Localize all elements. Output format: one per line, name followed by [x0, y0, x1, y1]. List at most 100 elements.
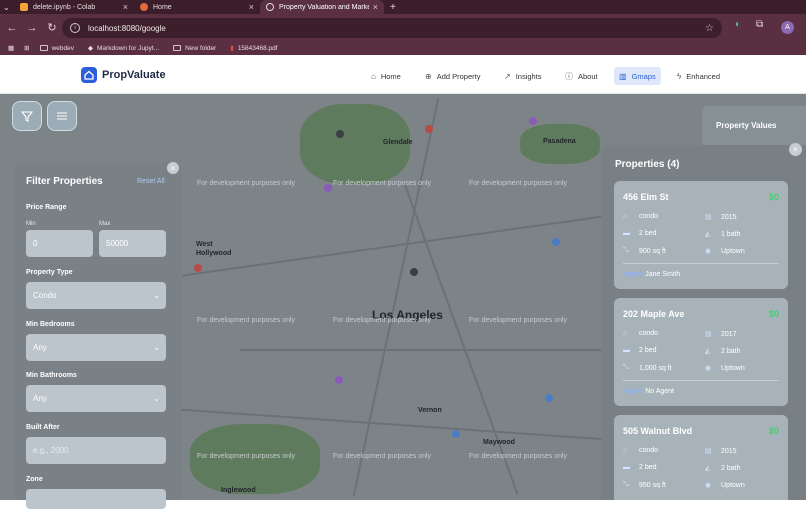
reload-icon[interactable]: ↻: [44, 21, 60, 34]
tab-list-button[interactable]: ⌄: [0, 0, 14, 14]
property-sqft: ⤡ 1,000 sq ft: [623, 364, 672, 372]
price-range-label: Price Range: [26, 204, 67, 211]
zone-select[interactable]: [26, 489, 166, 509]
site-info-icon[interactable]: i: [70, 23, 80, 33]
apps-grid-icon[interactable]: ▦: [8, 44, 14, 52]
built-after-input[interactable]: e.g., 2000: [26, 437, 166, 464]
property-type: ⌂ condo: [623, 330, 658, 337]
property-baths: ◭ 1 bath: [705, 230, 741, 239]
forward-arrow-icon[interactable]: →: [24, 22, 40, 34]
app-navbar: PropValuate ⌂ Home ⊕ Add Property ↗ Insight…: [0, 55, 806, 94]
new-tab-button[interactable]: +: [384, 0, 402, 14]
place-marker-icon[interactable]: [552, 238, 560, 246]
agent-value: No Agent: [645, 388, 675, 395]
close-tab-icon[interactable]: ×: [123, 2, 128, 12]
map-watermark: For development purposes only: [197, 317, 296, 324]
nav-add-property[interactable]: ⊕ Add Property: [420, 67, 485, 85]
min-bathrooms-select[interactable]: Any ⌄: [26, 385, 166, 412]
properties-panel: Properties (4) 456 Elm St $0 ⌂ condo ▤ 201…: [601, 145, 806, 500]
tab-colab[interactable]: delete.ipynb - Colab ×: [14, 0, 134, 14]
home-icon: ⌂: [371, 71, 376, 81]
nav-label: Enhanced: [686, 71, 721, 81]
sqft-value: 950 sq ft: [639, 481, 666, 489]
nav-gmaps[interactable]: ▥ Gmaps: [614, 67, 661, 85]
folder-icon: [39, 45, 48, 51]
bookmark-pdf[interactable]: ▮ 15843468.pdf: [230, 44, 278, 53]
place-marker-icon[interactable]: [452, 430, 460, 438]
divider: [623, 380, 779, 381]
zone-value: Uptown: [721, 364, 745, 372]
beds-value: 2 bed: [639, 347, 657, 354]
property-card[interactable]: 456 Elm St $0 ⌂ condo ▤ 2015 ▬ 2 bed ◭ 1 bat…: [614, 181, 788, 289]
map-watermark: For development purposes only: [469, 317, 568, 324]
back-arrow-icon[interactable]: ←: [4, 22, 20, 34]
close-tab-icon[interactable]: ×: [373, 2, 378, 12]
max-price-input[interactable]: 50000: [99, 230, 166, 257]
info-icon: ⓘ: [565, 71, 573, 81]
extensions-puzzle-icon[interactable]: ⧉: [756, 19, 763, 30]
property-agent: Agent: Jane Smith: [623, 271, 680, 278]
agent-value: Jane Smith: [645, 271, 681, 278]
close-tab-icon[interactable]: ×: [249, 2, 254, 12]
tab-home[interactable]: Home ×: [134, 0, 260, 14]
address-bar[interactable]: i localhost:8080/google ☆: [62, 18, 722, 38]
property-address: 202 Maple Ave: [623, 309, 685, 319]
min-bedrooms-select[interactable]: Any ⌄: [26, 334, 166, 361]
nav-label: About: [578, 71, 598, 81]
min-price-input[interactable]: 0: [26, 230, 93, 257]
landmark-marker-icon[interactable]: [336, 130, 344, 138]
type-value: condo: [639, 447, 659, 454]
property-year: ▤ 2015: [705, 447, 737, 456]
map-label-west-hollywood: West Hollywood: [196, 241, 232, 257]
baths-value: 1 bath: [721, 230, 741, 238]
nav-home[interactable]: ⌂ Home: [366, 67, 406, 85]
home-icon: ⌂: [623, 330, 628, 337]
zone-value: Uptown: [721, 481, 745, 489]
sqft-value: 900 sq ft: [639, 247, 666, 255]
grid-icon[interactable]: ⊞: [24, 44, 29, 52]
hospital-marker-icon[interactable]: [194, 264, 202, 272]
close-filter-icon[interactable]: ×: [167, 162, 179, 174]
stadium-marker-icon[interactable]: [410, 268, 418, 276]
tab-property-valuation[interactable]: Property Valuation and Market ×: [260, 0, 384, 14]
type-value: condo: [639, 330, 659, 337]
close-properties-icon[interactable]: ×: [789, 143, 802, 156]
property-type-value: Condo: [33, 291, 57, 300]
profile-avatar[interactable]: A: [781, 21, 794, 34]
property-agent: Agent: No Agent: [623, 388, 674, 395]
list-toggle-button[interactable]: [47, 101, 77, 131]
chevron-down-icon: ⌄: [153, 394, 160, 403]
tab-label: delete.ipynb - Colab: [33, 3, 96, 11]
filter-toggle-button[interactable]: [12, 101, 42, 131]
reset-all-link[interactable]: Reset All: [137, 178, 165, 185]
bookmark-star-icon[interactable]: ☆: [705, 23, 714, 34]
museum-marker-icon[interactable]: [324, 184, 332, 192]
year-value: 2017: [721, 330, 737, 338]
brand-name[interactable]: PropValuate: [102, 69, 166, 81]
location-pin-icon: ◉: [705, 365, 712, 372]
nav-about[interactable]: ⓘ About: [560, 67, 603, 85]
property-card[interactable]: 202 Maple Ave $0 ⌂ condo ▤ 2017 ▬ 2 bed ◭ 2 …: [614, 298, 788, 406]
museum-marker-icon[interactable]: [335, 376, 343, 384]
property-card[interactable]: 505 Walnut Blvd $0 ⌂ condo ▤ 2015 ▬ 2 bed ◭…: [614, 415, 788, 500]
zone-value: Uptown: [721, 247, 745, 255]
property-type-select[interactable]: Condo ⌄: [26, 282, 166, 309]
calendar-icon: ▤: [705, 214, 712, 221]
min-price-label: Min: [26, 221, 36, 227]
bookmark-new-folder[interactable]: New folder: [173, 45, 216, 52]
extension-icon[interactable]: ◐: [735, 19, 741, 30]
bookmark-webdev[interactable]: webdev: [39, 45, 74, 52]
bookmark-markdown[interactable]: ◆ Markdown for Jupyt...: [88, 44, 159, 53]
nav-insights[interactable]: ↗ Insights: [499, 67, 547, 85]
bed-icon: ▬: [623, 347, 630, 354]
bath-icon: ◭: [705, 231, 711, 238]
property-sqft: ⤡ 950 sq ft: [623, 481, 666, 489]
house-logo-icon[interactable]: [81, 67, 97, 83]
bookmark-label: 15843468.pdf: [237, 44, 278, 52]
nav-enhanced[interactable]: ϟ Enhanced: [672, 67, 725, 85]
place-marker-icon[interactable]: [545, 394, 553, 402]
hospital-marker-icon[interactable]: [425, 125, 433, 133]
filter-panel: Filter Properties Reset All Price Range …: [14, 163, 181, 509]
pdf-icon: ▮: [230, 45, 234, 52]
museum-marker-icon[interactable]: [529, 117, 537, 125]
